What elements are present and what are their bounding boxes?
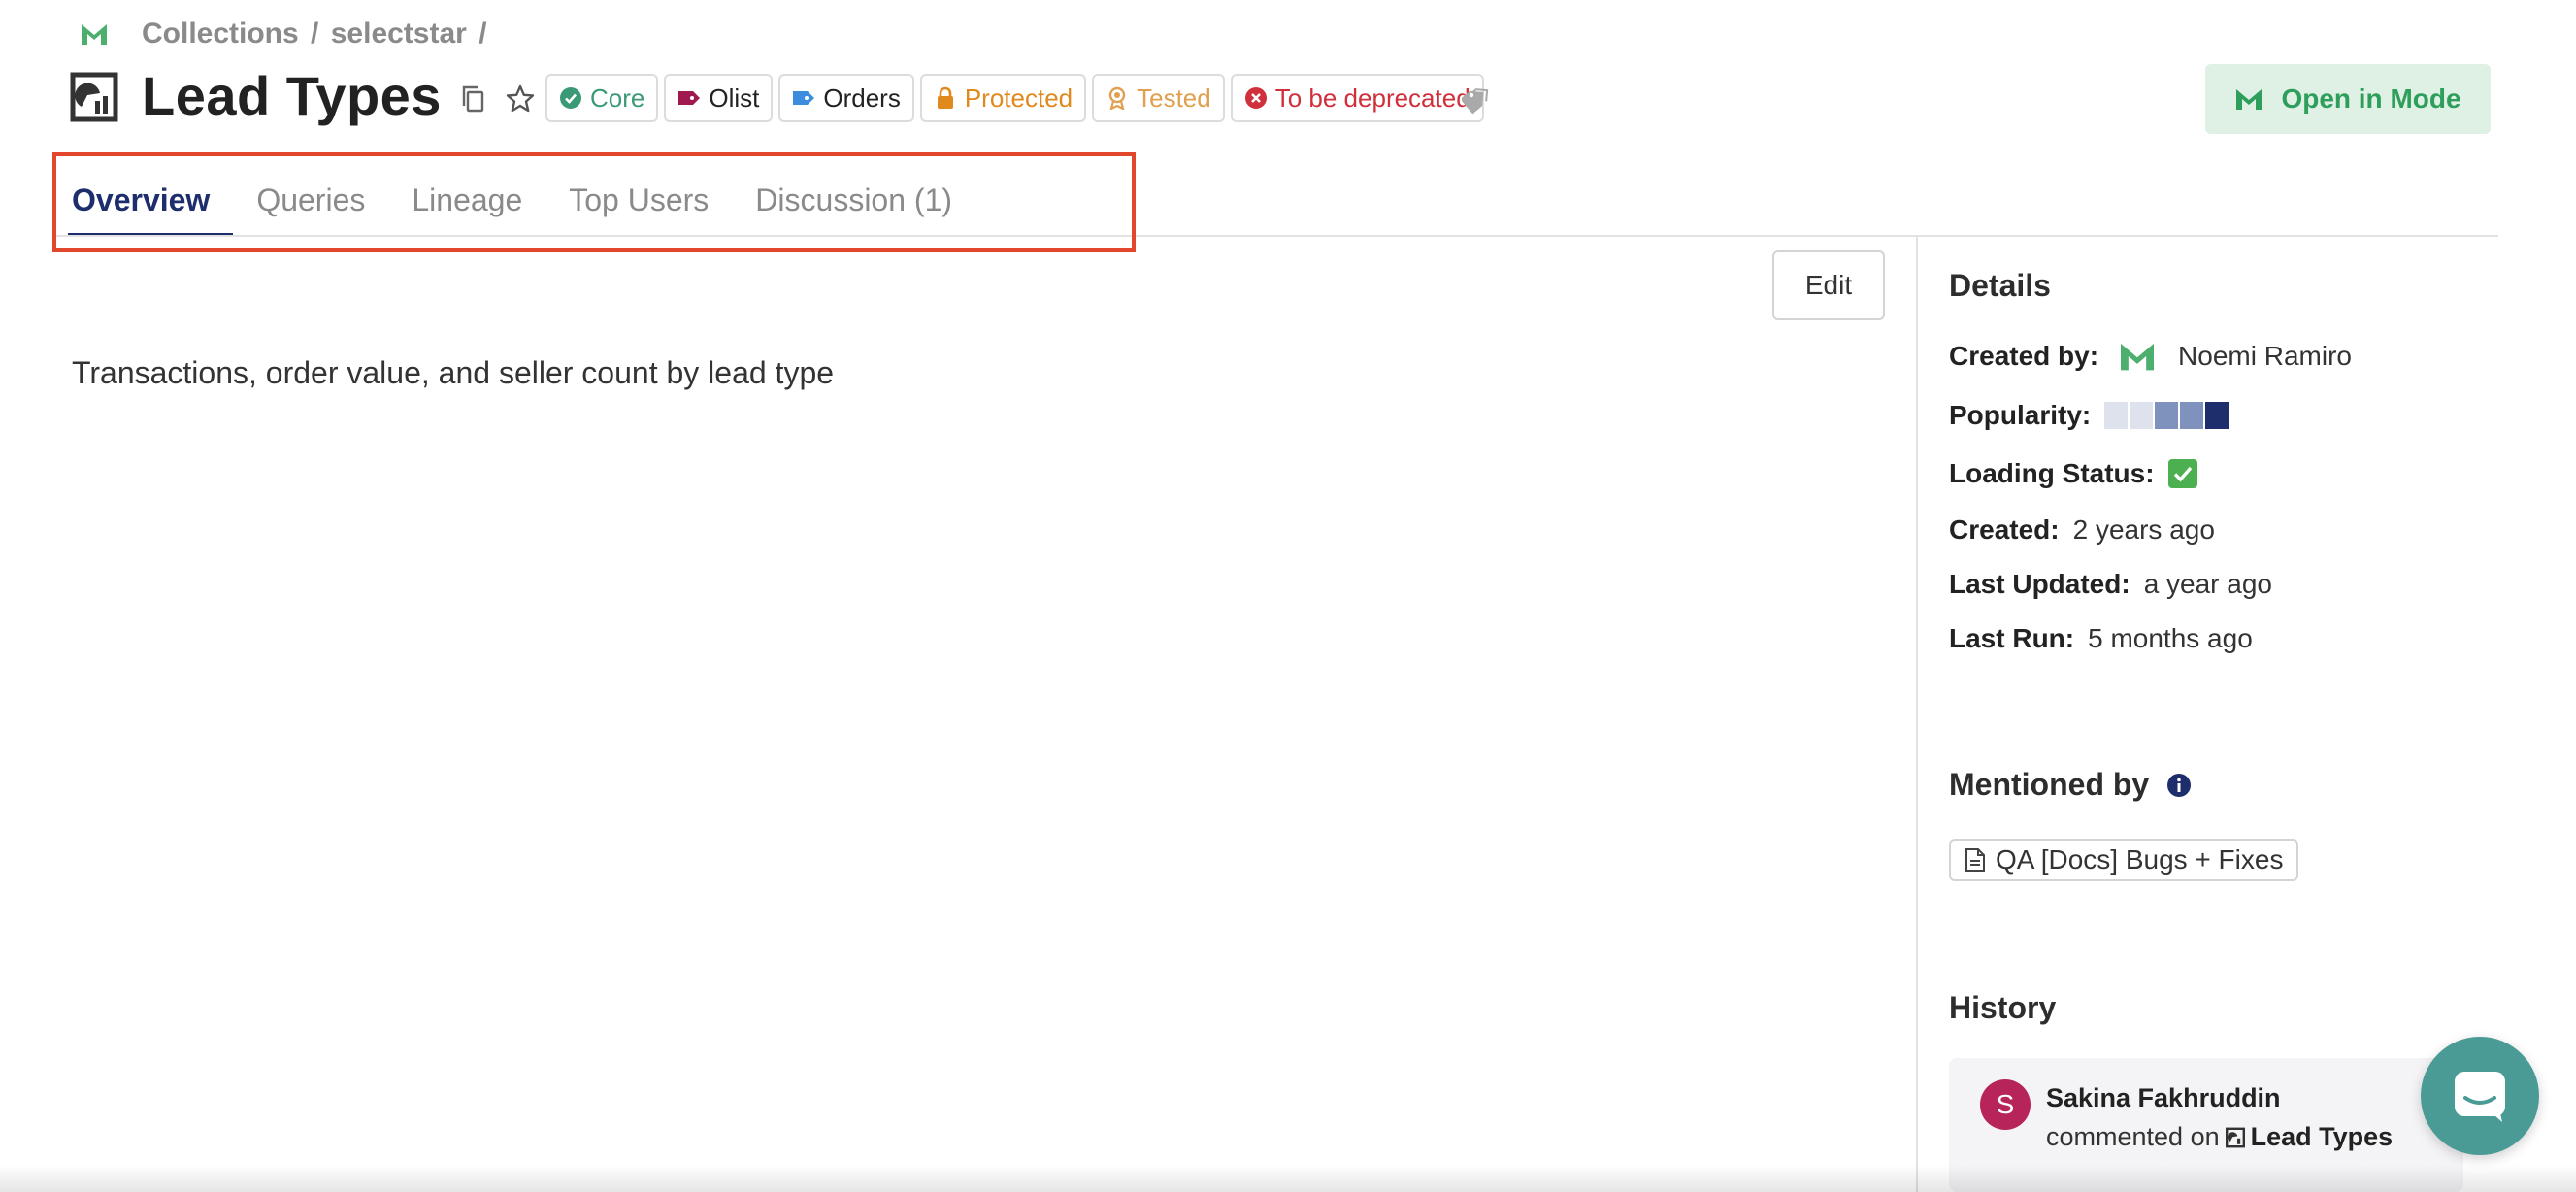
report-icon bbox=[2225, 1127, 2245, 1147]
tag-icon bbox=[678, 91, 701, 105]
loading-status-row: Loading Status: ✅ bbox=[1949, 458, 2197, 489]
tabs-highlight-box bbox=[52, 152, 1136, 252]
check-icon bbox=[2173, 466, 2192, 482]
mention-chip-label: QA [Docs] Bugs + Fixes bbox=[1996, 844, 2284, 875]
loading-status-label: Loading Status: bbox=[1949, 458, 2155, 488]
tag-protected[interactable]: Protected bbox=[919, 74, 1087, 122]
tag-orders[interactable]: Orders bbox=[778, 74, 914, 122]
last-run-value: 5 months ago bbox=[2088, 623, 2253, 653]
created-by-label: Created by: bbox=[1949, 341, 2099, 371]
popularity-bar bbox=[2180, 402, 2204, 429]
history-user[interactable]: Sakina Fakhruddin bbox=[2046, 1083, 2281, 1113]
document-icon bbox=[1965, 848, 1985, 872]
created-by-row: Created by: Noemi Ramiro bbox=[1949, 340, 2352, 373]
tag-label: To be deprecated bbox=[1274, 83, 1470, 113]
history-heading: History bbox=[1949, 990, 2057, 1025]
popularity-bar bbox=[2205, 402, 2229, 429]
award-icon bbox=[1108, 86, 1126, 110]
star-icon[interactable] bbox=[505, 83, 536, 115]
check-circle-icon bbox=[560, 87, 581, 109]
add-tag-icon[interactable] bbox=[1462, 85, 1493, 115]
mentioned-by-heading: Mentioned by bbox=[1949, 767, 2150, 802]
breadcrumb-collections[interactable]: Collections bbox=[142, 17, 299, 50]
tag-olist[interactable]: Olist bbox=[664, 74, 774, 122]
tag-list: Core Olist Orders Protected Tested To be… bbox=[545, 74, 1484, 122]
popularity-row: Popularity: bbox=[1949, 400, 2229, 431]
history-action: commented on bbox=[2046, 1122, 2220, 1151]
description-text: Transactions, order value, and seller co… bbox=[72, 355, 835, 390]
tag-label: Orders bbox=[823, 83, 901, 113]
created-row: Created: 2 years ago bbox=[1949, 514, 2215, 546]
tag-label: Protected bbox=[964, 83, 1073, 113]
tag-to-be-deprecated[interactable]: To be deprecated bbox=[1230, 74, 1484, 122]
last-updated-value: a year ago bbox=[2143, 569, 2273, 599]
popularity-label: Popularity: bbox=[1949, 400, 2092, 430]
created-value: 2 years ago bbox=[2072, 514, 2215, 545]
mode-logo-icon bbox=[2236, 89, 2262, 110]
created-by-user[interactable]: Noemi Ramiro bbox=[2178, 341, 2352, 372]
lock-icon bbox=[937, 86, 953, 109]
edit-button[interactable]: Edit bbox=[1772, 250, 1885, 320]
last-run-label: Last Run: bbox=[1949, 623, 2075, 653]
breadcrumb-selectstar[interactable]: selectstar bbox=[331, 17, 467, 50]
last-updated-row: Last Updated: a year ago bbox=[1949, 569, 2272, 600]
tag-icon bbox=[793, 91, 815, 105]
breadcrumb-separator: / bbox=[311, 17, 319, 50]
chat-launcher-button[interactable] bbox=[2421, 1037, 2539, 1155]
created-label: Created: bbox=[1949, 514, 2060, 545]
last-run-row: Last Run: 5 months ago bbox=[1949, 623, 2253, 654]
last-updated-label: Last Updated: bbox=[1949, 569, 2130, 599]
mentioned-by-header: Mentioned by bbox=[1949, 767, 2192, 803]
tag-core[interactable]: Core bbox=[545, 74, 659, 122]
open-in-mode-label: Open in Mode bbox=[2281, 83, 2461, 114]
avatar[interactable]: S bbox=[1980, 1079, 2031, 1130]
bottom-shadow bbox=[0, 1165, 2576, 1192]
mode-logo-icon[interactable] bbox=[80, 21, 109, 47]
details-heading: Details bbox=[1949, 268, 2051, 303]
popularity-bar bbox=[2155, 402, 2179, 429]
tag-label: Tested bbox=[1137, 83, 1211, 113]
breadcrumb: Collections / selectstar / bbox=[142, 17, 491, 50]
report-icon bbox=[70, 72, 118, 122]
loading-status-check-icon: ✅ bbox=[2167, 459, 2197, 488]
popularity-meter bbox=[2104, 402, 2229, 429]
mode-logo-icon bbox=[2121, 343, 2155, 371]
tag-label: Olist bbox=[709, 83, 760, 113]
breadcrumb-separator: / bbox=[479, 17, 487, 50]
page-title: Lead Types bbox=[142, 65, 442, 126]
open-in-mode-button[interactable]: Open in Mode bbox=[2205, 64, 2491, 134]
popularity-bar bbox=[2104, 402, 2129, 429]
history-target-link[interactable]: Lead Types bbox=[2251, 1122, 2394, 1152]
sidebar-divider bbox=[1916, 237, 1918, 1192]
x-circle-icon bbox=[1244, 87, 1267, 109]
tag-tested[interactable]: Tested bbox=[1092, 74, 1225, 122]
chat-icon bbox=[2455, 1072, 2505, 1122]
info-icon[interactable] bbox=[2166, 773, 2192, 798]
popularity-bar bbox=[2130, 402, 2154, 429]
mention-chip[interactable]: QA [Docs] Bugs + Fixes bbox=[1949, 839, 2299, 881]
tag-label: Core bbox=[590, 83, 645, 113]
copy-icon[interactable] bbox=[458, 83, 489, 115]
history-action-row: commented on Lead Types bbox=[2046, 1122, 2393, 1152]
